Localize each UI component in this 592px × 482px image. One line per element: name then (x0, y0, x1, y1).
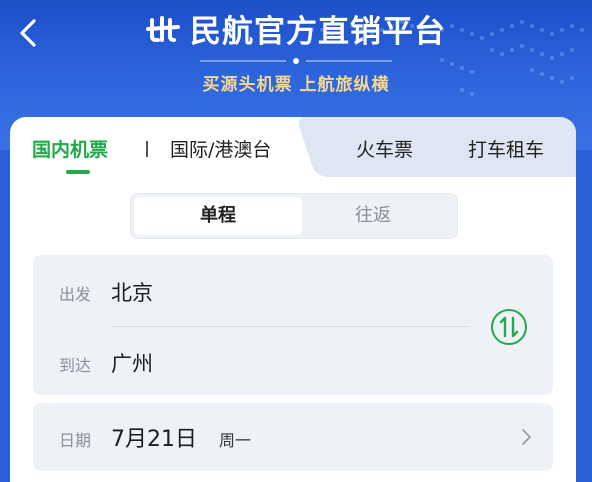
title-text: 民航官方直销平台 (190, 14, 446, 50)
swap-icon[interactable] (489, 307, 529, 347)
from-city[interactable]: 北京 (111, 277, 153, 307)
to-city[interactable]: 广州 (111, 348, 153, 378)
date-value: 7月21日 (111, 427, 197, 452)
product-tabs: 国内机票 国际/港澳台 火车票 打车租车 (10, 117, 576, 177)
search-card: 国内机票 国际/港澳台 火车票 打车租车 单程 往返 出发 北京 到达 广州 日… (10, 117, 576, 482)
airline-logo-icon (146, 15, 180, 42)
trip-type-toggle: 单程 往返 (130, 193, 458, 239)
slogan: 买源头机票 上航旅纵横 (202, 75, 390, 95)
to-label: 到达 (59, 356, 92, 375)
active-tab-indicator (66, 170, 90, 174)
route-divider (111, 326, 469, 327)
tab-train-tickets[interactable]: 火车票 (356, 135, 413, 162)
date-picker-row[interactable]: 日期 7月21日 周一 (33, 403, 553, 471)
weekday-text: 周一 (219, 431, 252, 450)
title-divider (200, 58, 392, 64)
round-trip-option[interactable]: 往返 (289, 197, 457, 235)
from-label: 出发 (59, 285, 92, 304)
tab-domestic-flights[interactable]: 国内机票 (32, 135, 108, 162)
tab-international-flights[interactable]: 国际/港澳台 (170, 135, 271, 162)
tab-separator (146, 141, 148, 157)
one-way-option[interactable]: 单程 (134, 197, 302, 235)
tab-taxi-rental[interactable]: 打车租车 (468, 135, 544, 162)
date-label: 日期 (59, 431, 92, 450)
page-title: 民航官方直销平台 (0, 6, 592, 51)
chevron-right-icon (522, 429, 531, 445)
route-panel: 出发 北京 到达 广州 (33, 255, 553, 395)
